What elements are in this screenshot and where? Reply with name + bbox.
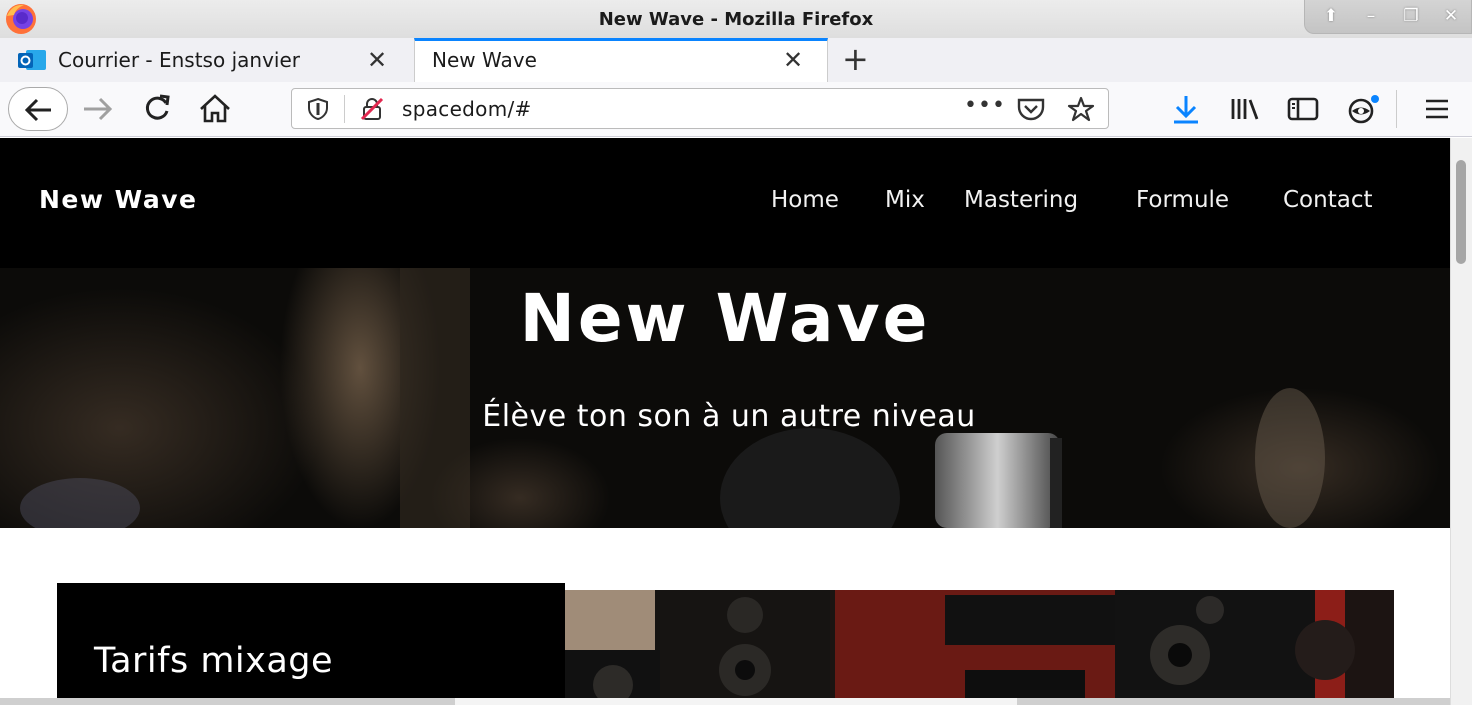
reload-icon[interactable] (135, 87, 179, 131)
tab-new-wave[interactable]: New Wave ✕ (414, 38, 828, 82)
hero-subtitle: Élève ton son à un autre niveau (482, 399, 976, 434)
insecure-lock-icon[interactable] (359, 96, 385, 122)
vertical-scrollbar[interactable] (1450, 138, 1472, 705)
account-icon[interactable] (1340, 87, 1384, 131)
back-arrow-icon (24, 98, 51, 122)
more-icon[interactable]: ••• (964, 93, 1006, 118)
sidebar-icon[interactable] (1281, 87, 1325, 131)
hero-banner: New Wave Élève ton son à un autre niveau (0, 268, 1450, 528)
tab-bar: Courrier - Enstso janvier ✕ New Wave ✕ + (0, 38, 1472, 82)
back-button[interactable] (8, 87, 68, 131)
menu-icon[interactable] (1415, 87, 1459, 131)
toolbar-divider (1396, 90, 1397, 128)
vertical-scroll-thumb[interactable] (1456, 160, 1466, 264)
window-controls: ⬆ – ❐ ✕ (1304, 0, 1472, 34)
horizontal-scrollbar[interactable] (0, 698, 1450, 705)
minimize-icon[interactable]: – (1361, 6, 1381, 26)
url-text[interactable]: spacedom/# (402, 97, 532, 121)
home-icon[interactable] (193, 87, 237, 131)
hero-title: New Wave (519, 280, 931, 357)
tab-label: Courrier - Enstso janvier (58, 48, 300, 72)
firefox-window: New Wave - Mozilla Firefox ⬆ – ❐ ✕ Courr… (0, 0, 1472, 705)
nav-formule[interactable]: Formule (1136, 187, 1229, 213)
forward-arrow-icon[interactable] (76, 87, 120, 131)
close-tab-icon[interactable]: ✕ (367, 46, 387, 74)
navigation-bar: spacedom/# ••• (0, 82, 1472, 137)
url-bar[interactable]: spacedom/# ••• (291, 88, 1109, 129)
nav-contact[interactable]: Contact (1283, 187, 1372, 213)
library-icon[interactable] (1223, 87, 1267, 131)
web-page: New Wave Home Mix Mastering Formule Cont… (0, 138, 1450, 698)
close-icon[interactable]: ✕ (1441, 6, 1461, 26)
pocket-icon[interactable] (1016, 96, 1046, 122)
url-divider (344, 95, 345, 123)
up-arrow-icon[interactable]: ⬆ (1321, 6, 1341, 26)
nav-mastering[interactable]: Mastering (964, 187, 1078, 213)
restore-icon[interactable]: ❐ (1401, 6, 1421, 26)
site-logo[interactable]: New Wave (39, 185, 197, 214)
new-tab-icon[interactable]: + (842, 40, 869, 78)
card-title: Tarifs mixage (94, 641, 334, 681)
outlook-icon (18, 50, 46, 70)
tab-label: New Wave (432, 48, 537, 72)
shield-icon[interactable] (306, 97, 330, 121)
studio-image (565, 590, 1394, 698)
title-bar: New Wave - Mozilla Firefox ⬆ – ❐ ✕ (0, 0, 1472, 38)
download-icon[interactable] (1164, 87, 1208, 131)
window-title: New Wave - Mozilla Firefox (598, 9, 874, 30)
star-icon[interactable] (1067, 95, 1095, 123)
nav-home[interactable]: Home (771, 187, 839, 213)
horizontal-scroll-thumb[interactable] (455, 698, 1017, 705)
close-tab-icon[interactable]: ✕ (783, 46, 803, 74)
nav-mix[interactable]: Mix (885, 187, 925, 213)
site-header: New Wave Home Mix Mastering Formule Cont… (0, 138, 1450, 268)
tab-courrier[interactable]: Courrier - Enstso janvier ✕ (0, 38, 413, 82)
studio-speakers-image (565, 590, 1394, 698)
pricing-card: Tarifs mixage (57, 583, 565, 698)
